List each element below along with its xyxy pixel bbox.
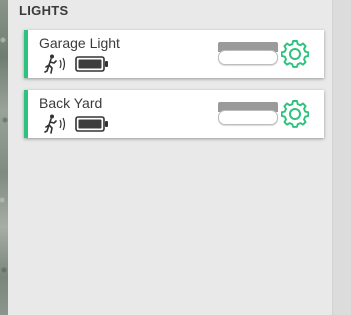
light-toggle[interactable] [218, 42, 278, 66]
light-card-back-yard[interactable]: Back Yard [24, 90, 324, 138]
panel-scrollbar[interactable] [332, 0, 351, 315]
light-toggle[interactable] [218, 102, 278, 126]
light-name: Garage Light [39, 35, 120, 51]
toggle-knob[interactable] [218, 50, 278, 65]
status-icons [44, 114, 108, 134]
status-icons [44, 54, 108, 74]
battery-icon [75, 56, 108, 72]
battery-icon [75, 116, 108, 132]
gear-icon[interactable] [281, 100, 309, 128]
motion-sensor-icon [44, 114, 66, 134]
gear-icon[interactable] [281, 40, 309, 68]
background-photo-edge [0, 0, 8, 315]
toggle-knob[interactable] [218, 110, 278, 125]
light-name: Back Yard [39, 95, 103, 111]
light-card-garage[interactable]: Garage Light [24, 30, 324, 78]
section-title: LIGHTS [19, 3, 69, 18]
motion-sensor-icon [44, 54, 66, 74]
